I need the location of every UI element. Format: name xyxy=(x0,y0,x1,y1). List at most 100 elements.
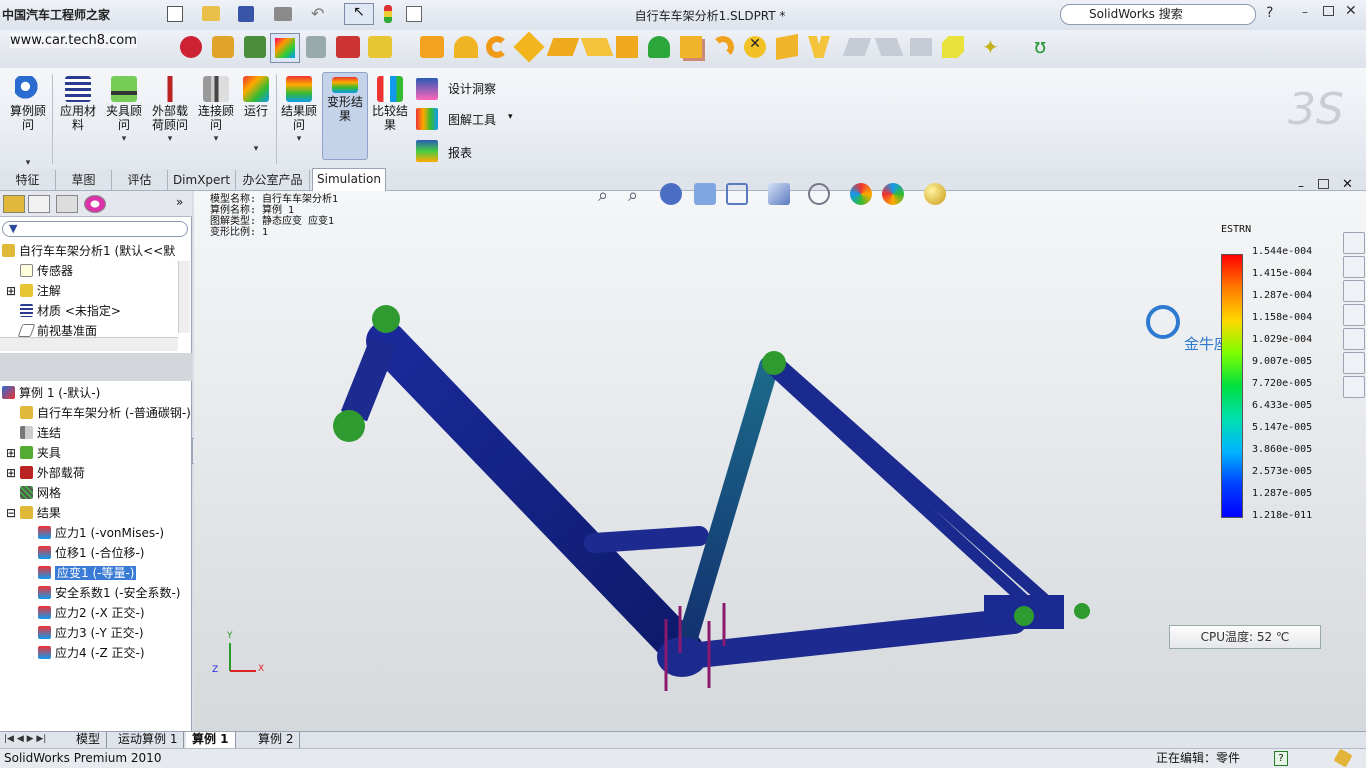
study-root[interactable]: 算例 1 (-默认-) xyxy=(2,384,100,402)
deformed-result-button[interactable]: 变形结果 xyxy=(322,72,368,160)
options-icon[interactable] xyxy=(406,6,422,22)
tree-vertical-scrollbar[interactable] xyxy=(178,261,190,333)
view-palette-icon[interactable] xyxy=(1343,328,1365,350)
graphics-viewport[interactable]: ⌕ ⌕ – ✕ 模型名称: 自行车车架分析1 算例名称: 算例 1 图解类型: … xyxy=(194,177,1366,731)
run-button[interactable]: 运行 ▾ xyxy=(238,68,274,156)
result-stress1[interactable]: 应力1 (-vonMises-) xyxy=(38,524,164,542)
plot-tools-button[interactable]: 图解工具 xyxy=(448,111,496,128)
open-folder-icon[interactable] xyxy=(202,6,220,21)
study-mesh[interactable]: 网格 xyxy=(20,484,61,502)
target-icon[interactable] xyxy=(84,195,106,213)
minimize-button[interactable]: – xyxy=(1302,5,1308,19)
new-file-icon[interactable] xyxy=(167,6,183,22)
tab-sketch[interactable]: 草图 xyxy=(56,170,112,191)
connections-advisor-button[interactable]: 连接顾问 ▾ xyxy=(194,68,238,146)
result-displacement1[interactable]: 位移1 (-合位移-) xyxy=(38,544,144,562)
study-connections[interactable]: 连结 xyxy=(20,424,61,442)
tab-scroll-arrows[interactable]: |◀ ◀ ▶ ▶| xyxy=(4,734,46,744)
result-factor-of-safety1[interactable]: 安全系数1 (-安全系数-) xyxy=(38,584,180,602)
viewport-close[interactable]: ✕ xyxy=(1342,177,1353,192)
sheet-icon[interactable] xyxy=(546,38,580,56)
apply-material-button[interactable]: 应用材料 xyxy=(56,68,100,132)
fixtures-advisor-button[interactable]: 夹具顾问 ▾ xyxy=(102,68,146,146)
delete-face-icon[interactable]: ✕ xyxy=(744,36,766,58)
external-loads-button[interactable]: 外部载荷顾问 ▾ xyxy=(148,68,192,146)
select-cursor-icon[interactable]: ↖ xyxy=(344,3,374,25)
tab-evaluate[interactable]: 评估 xyxy=(112,170,168,191)
rebuild-icon[interactable] xyxy=(384,5,392,23)
restore-button[interactable] xyxy=(1323,6,1334,16)
mesh-icon[interactable] xyxy=(180,36,202,58)
study-active-button[interactable] xyxy=(270,33,300,63)
tree-material[interactable]: 材质 <未指定> xyxy=(20,302,121,320)
result-stress3[interactable]: 应力3 (-Y 正交-) xyxy=(38,624,144,642)
viewport-restore[interactable] xyxy=(1318,179,1329,189)
material-icon[interactable] xyxy=(244,36,266,58)
tree-horizontal-scrollbar[interactable] xyxy=(0,337,178,351)
search-results-icon[interactable] xyxy=(1343,304,1365,326)
tab-dimxpert[interactable]: DimXpert xyxy=(168,170,236,191)
chart-icon[interactable] xyxy=(336,36,360,58)
tree-sensors[interactable]: 传感器 xyxy=(20,262,73,280)
help-button[interactable]: ? xyxy=(1266,5,1273,21)
surface-icon[interactable] xyxy=(420,36,444,58)
y-shape-icon[interactable] xyxy=(808,36,830,58)
home-icon[interactable] xyxy=(1343,232,1365,254)
bend-icon[interactable] xyxy=(712,36,734,58)
results-advisor-button[interactable]: 结果顾问 ▾ xyxy=(278,68,320,146)
gear-icon[interactable] xyxy=(212,36,234,58)
plate-icon[interactable] xyxy=(580,38,614,56)
arch-icon[interactable] xyxy=(454,36,478,58)
splitter[interactable] xyxy=(0,353,192,381)
report-button[interactable]: 报表 xyxy=(448,144,472,161)
filter-input[interactable]: ▼ xyxy=(2,221,188,237)
print-icon[interactable] xyxy=(274,7,292,21)
diamond-icon[interactable] xyxy=(513,31,545,63)
tab-motion-study[interactable]: 运动算例 1 xyxy=(112,732,185,748)
design-library-icon[interactable] xyxy=(1343,256,1365,278)
hexagon-icon[interactable] xyxy=(942,36,964,58)
status-help-icon[interactable]: ? xyxy=(1274,751,1288,766)
result-stress2[interactable]: 应力2 (-X 正交-) xyxy=(38,604,145,622)
study-part[interactable]: 自行车车架分析 (-普通碳钢-) xyxy=(20,404,192,422)
pin-icon[interactable] xyxy=(1333,748,1353,768)
property-icon[interactable] xyxy=(28,195,50,213)
config-icon[interactable] xyxy=(56,195,78,213)
expand-panel-icon[interactable]: » xyxy=(176,195,183,209)
plot-tools-dropdown-icon[interactable]: ▾ xyxy=(508,112,513,122)
bolt-icon[interactable] xyxy=(306,36,326,58)
tab-features[interactable]: 特征 xyxy=(0,170,56,191)
file-explorer-icon[interactable] xyxy=(1343,280,1365,302)
custom-properties-icon[interactable] xyxy=(1343,376,1365,398)
study-advisor-button[interactable]: 算例顾问 ▾ xyxy=(6,68,50,170)
tab-office-products[interactable]: 办公室产品 xyxy=(236,170,310,191)
sparkle-icon[interactable]: ✦ xyxy=(982,36,1004,58)
curve-icon[interactable]: ʊ xyxy=(1034,34,1046,58)
design-insight-button[interactable]: 设计洞察 xyxy=(448,80,496,97)
close-button[interactable]: ✕ xyxy=(1345,3,1357,19)
tab-study1[interactable]: 算例 1 xyxy=(186,732,236,748)
result-strain1[interactable]: 应变1 (-等量-) xyxy=(38,564,137,582)
c-shape-icon[interactable] xyxy=(486,36,508,58)
tab-study2[interactable]: 算例 2 xyxy=(252,732,301,748)
cube-stack-icon[interactable] xyxy=(680,36,702,58)
tab-model[interactable]: 模型 xyxy=(70,732,108,748)
study-external-loads[interactable]: ⊞ 外部载荷 xyxy=(6,464,85,482)
bike-frame-model[interactable] xyxy=(194,191,1366,731)
appearances-icon[interactable] xyxy=(1343,352,1365,374)
study-fixtures[interactable]: ⊞ 夹具 xyxy=(6,444,61,462)
tab-simulation[interactable]: Simulation xyxy=(312,168,386,191)
undo-icon[interactable]: ↶ xyxy=(311,4,324,23)
results-icon[interactable] xyxy=(368,36,392,58)
part-root[interactable]: 自行车车架分析1 (默认<<默 xyxy=(2,242,178,260)
block-icon[interactable] xyxy=(616,36,638,58)
search-input[interactable]: SolidWorks 搜索 xyxy=(1060,4,1256,25)
tree-annotations[interactable]: ⊞ 注解 xyxy=(6,282,61,300)
box-icon[interactable] xyxy=(776,34,798,60)
study-results[interactable]: ⊟ 结果 xyxy=(6,504,61,522)
feature-tree-icon[interactable] xyxy=(3,195,25,213)
save-icon[interactable] xyxy=(238,6,254,22)
result-stress4[interactable]: 应力4 (-Z 正交-) xyxy=(38,644,145,662)
compare-results-button[interactable]: 比较结果 xyxy=(370,68,410,132)
cone-icon[interactable] xyxy=(648,36,670,58)
